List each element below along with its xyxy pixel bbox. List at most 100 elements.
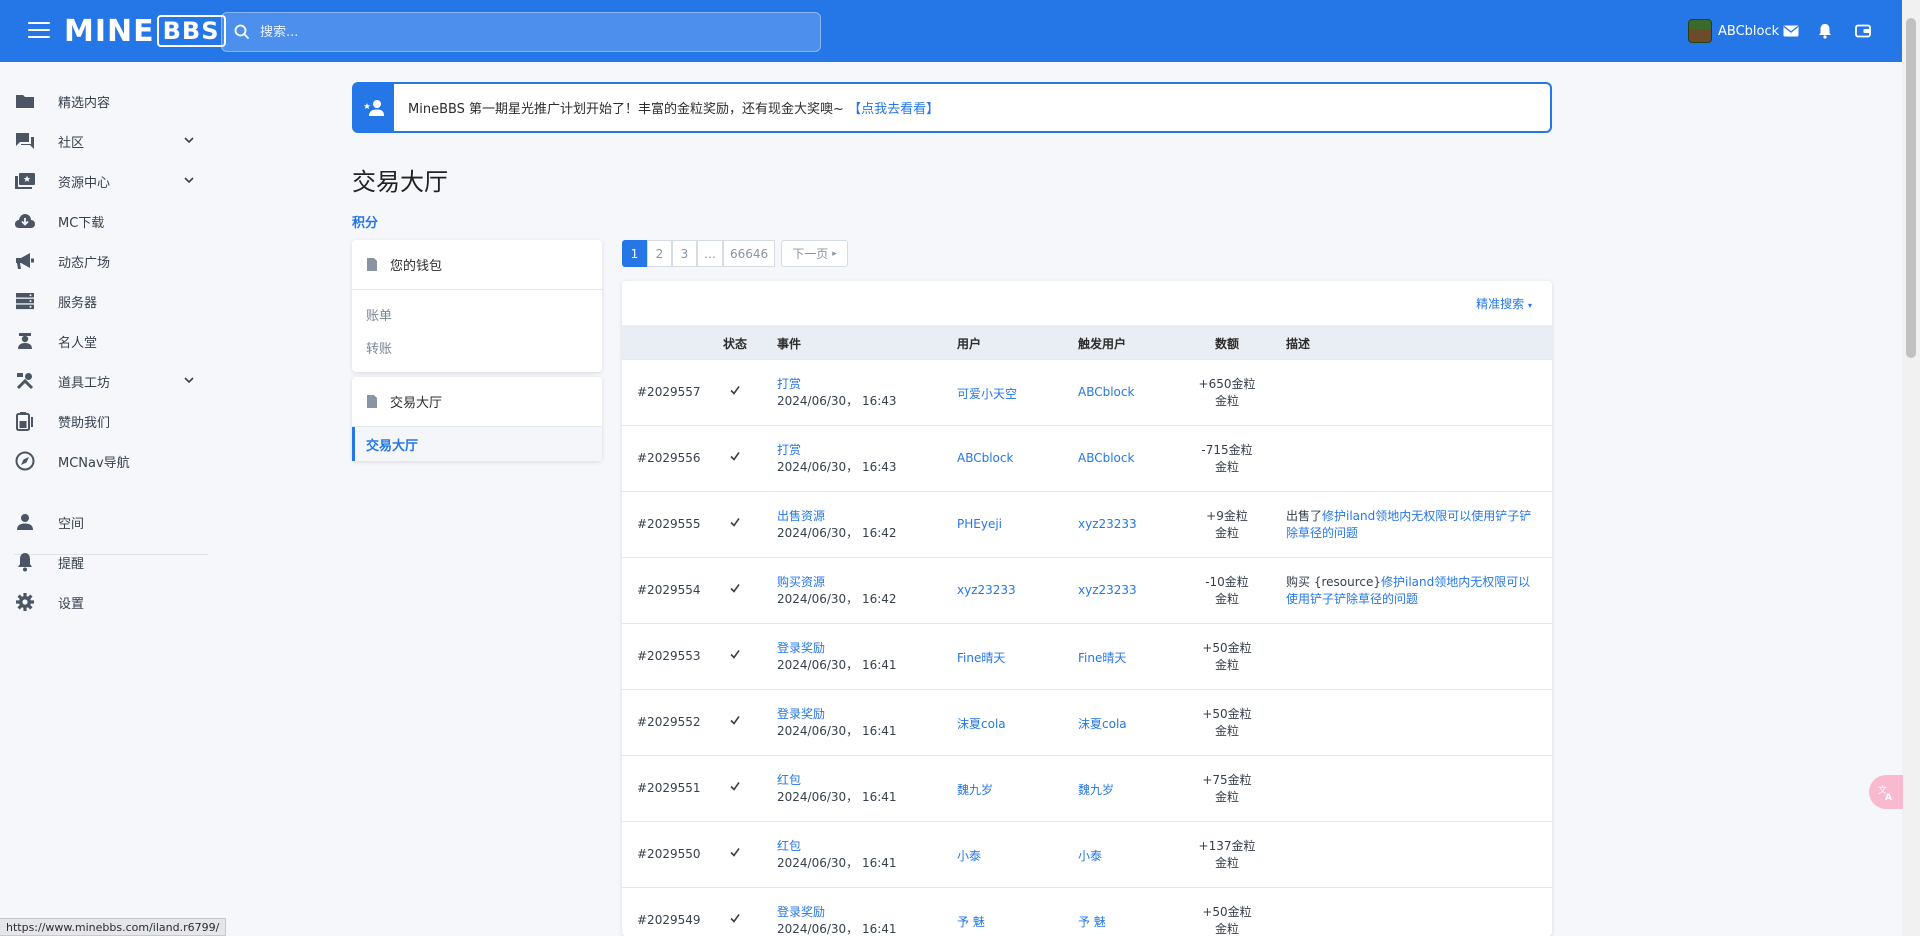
amount-unit: 金粒 [1214, 592, 1239, 606]
page-2[interactable]: 2 [647, 240, 672, 267]
filter-label: 精准搜索 [1476, 297, 1525, 311]
translate-icon[interactable]: 文A [1869, 775, 1903, 809]
transfer-link[interactable]: 转账 [352, 331, 602, 364]
header-user: 用户 [957, 337, 982, 351]
row-id: #2029552 [637, 715, 701, 729]
sidebar-item-label: 社区 [58, 135, 85, 151]
amount-unit: 金粒 [1214, 460, 1239, 474]
wallet-icon[interactable] [1854, 22, 1872, 40]
sidebar-item-featured[interactable]: 精选内容 [14, 86, 194, 116]
sidebar-item-alerts[interactable]: 提醒 [14, 547, 194, 577]
event-link[interactable]: 出售资源 [777, 509, 825, 523]
event-link[interactable]: 打赏 [777, 377, 801, 391]
user-link[interactable]: PHEyeji [957, 517, 1002, 531]
page-1[interactable]: 1 [622, 240, 647, 267]
notice-message: MineBBS 第一期星光推广计划开始了！丰富的金粒奖励，还有现金大奖噢~ [408, 102, 849, 117]
trading-hall-link[interactable]: 交易大厅 [352, 427, 602, 461]
site-logo[interactable]: MINE BBS [64, 12, 226, 50]
trigger-user-link[interactable]: 魏九岁 [1078, 781, 1114, 798]
user-menu[interactable]: ABCblock [1688, 19, 1779, 43]
trigger-user-link[interactable]: 予 魅 [1078, 913, 1106, 930]
user-link[interactable]: 予 魅 [957, 913, 985, 930]
page-ellipsis[interactable]: … [697, 240, 723, 267]
user-link[interactable]: 小泰 [957, 847, 981, 864]
chevron-down-icon[interactable] [184, 175, 194, 185]
trigger-user-link[interactable]: xyz23233 [1078, 583, 1137, 597]
top-navbar: MINE BBS ABCblock [0, 0, 1902, 62]
sidebar-item-community[interactable]: 社区 [14, 126, 194, 156]
trigger-user-link[interactable]: ABCblock [1078, 385, 1134, 399]
search-box[interactable] [221, 12, 821, 52]
check-icon [730, 846, 740, 860]
amount-value: +50金粒 [1202, 641, 1252, 655]
amount-unit: 金粒 [1214, 724, 1239, 738]
user-link[interactable]: 可爱小天空 [957, 385, 1017, 402]
row-id: #2029557 [637, 385, 701, 399]
event-link[interactable]: 购买资源 [777, 575, 825, 589]
sidebar-item-label: 资源中心 [58, 175, 111, 191]
breadcrumb[interactable]: 积分 [352, 212, 378, 231]
sidebar-item-servers[interactable]: 服务器 [14, 286, 194, 316]
mail-icon[interactable] [1782, 22, 1800, 40]
event-link[interactable]: 登录奖励 [777, 641, 825, 655]
trigger-user-link[interactable]: xyz23233 [1078, 517, 1137, 531]
desc-prefix: 购买 {resource} [1286, 575, 1381, 589]
trigger-user-link[interactable]: 沫夏cola [1078, 715, 1127, 732]
sidebar-item-resources[interactable]: 资源中心 [14, 166, 194, 196]
trigger-user-link[interactable]: ABCblock [1078, 451, 1134, 465]
sidebar-item-hall-of-fame[interactable]: 名人堂 [14, 326, 194, 356]
sidebar-item-sponsor[interactable]: 赞助我们 [14, 406, 194, 436]
search-input[interactable] [260, 24, 800, 40]
desc-prefix: 出售了 [1286, 509, 1323, 523]
row-amount: -10金粒金粒 [1182, 574, 1272, 608]
sidebar-item-space[interactable]: 空间 [14, 507, 194, 537]
filter-button[interactable]: 精准搜索 ▾ [1476, 295, 1532, 312]
trigger-user-link[interactable]: Fine晴天 [1078, 649, 1126, 666]
scrollbar[interactable] [1902, 0, 1920, 936]
check-icon [730, 912, 740, 926]
event-link[interactable]: 红包 [777, 773, 801, 787]
table-row: #2029554 购买资源 2024/06/30， 16:42 xyz23233 xyz… [622, 557, 1552, 623]
chevron-down-icon[interactable] [184, 135, 194, 145]
bill-link[interactable]: 账单 [352, 298, 602, 331]
user-link[interactable]: Fine晴天 [957, 649, 1005, 666]
user-link[interactable]: 魏九岁 [957, 781, 993, 798]
row-amount: +137金粒 金粒 [1182, 838, 1272, 872]
sidebar-item-feed[interactable]: 动态广场 [14, 246, 194, 276]
event-link[interactable]: 打赏 [777, 443, 801, 457]
chevron-down-icon[interactable] [184, 375, 194, 385]
page-3[interactable]: 3 [672, 240, 697, 267]
wallet-block-header: 您的钱包 [352, 240, 602, 290]
sidebar-item-label: 精选内容 [58, 95, 111, 111]
row-amount: +50金粒 金粒 [1182, 640, 1272, 674]
event-link[interactable]: 红包 [777, 839, 801, 853]
page-last[interactable]: 66646 [723, 240, 776, 267]
scrollbar-thumb[interactable] [1906, 18, 1916, 358]
notice-link[interactable]: 【点我去看看】 [848, 102, 939, 117]
event-link[interactable]: 登录奖励 [777, 905, 825, 919]
document-icon [367, 395, 377, 408]
chat-icon [14, 130, 36, 152]
row-event: 登录奖励 2024/06/30， 16:41 [777, 706, 897, 740]
desc-resource-link[interactable]: 修护iland领地内无权限可以使用铲子铲除草径的问题 [1286, 509, 1531, 540]
amount-value: +50金粒 [1202, 905, 1252, 919]
trigger-user-link[interactable]: 小泰 [1078, 847, 1102, 864]
row-amount: -715金粒 金粒 [1182, 442, 1272, 476]
event-link[interactable]: 登录奖励 [777, 707, 825, 721]
sidebar-item-settings[interactable]: 设置 [14, 587, 194, 617]
document-icon [367, 258, 377, 271]
sidebar-item-tools[interactable]: 道具工坊 [14, 366, 194, 396]
username-label[interactable]: ABCblock [1718, 24, 1779, 39]
menu-icon[interactable] [28, 22, 50, 40]
next-page-button[interactable]: 下一页 ▸ [781, 240, 848, 267]
bell-icon[interactable] [1816, 22, 1834, 40]
avatar[interactable] [1688, 19, 1712, 43]
chevron-right-icon: ▸ [832, 248, 837, 259]
user-link[interactable]: xyz23233 [957, 583, 1016, 597]
header-amount: 数额 [1215, 337, 1240, 351]
user-link[interactable]: ABCblock [957, 451, 1013, 465]
user-link[interactable]: 沫夏cola [957, 715, 1006, 732]
sidebar-item-mc-download[interactable]: MC下载 [14, 206, 194, 236]
sidebar-item-mcnav[interactable]: MCNav导航 [14, 446, 194, 476]
amount-value: -10金粒 [1205, 575, 1249, 589]
